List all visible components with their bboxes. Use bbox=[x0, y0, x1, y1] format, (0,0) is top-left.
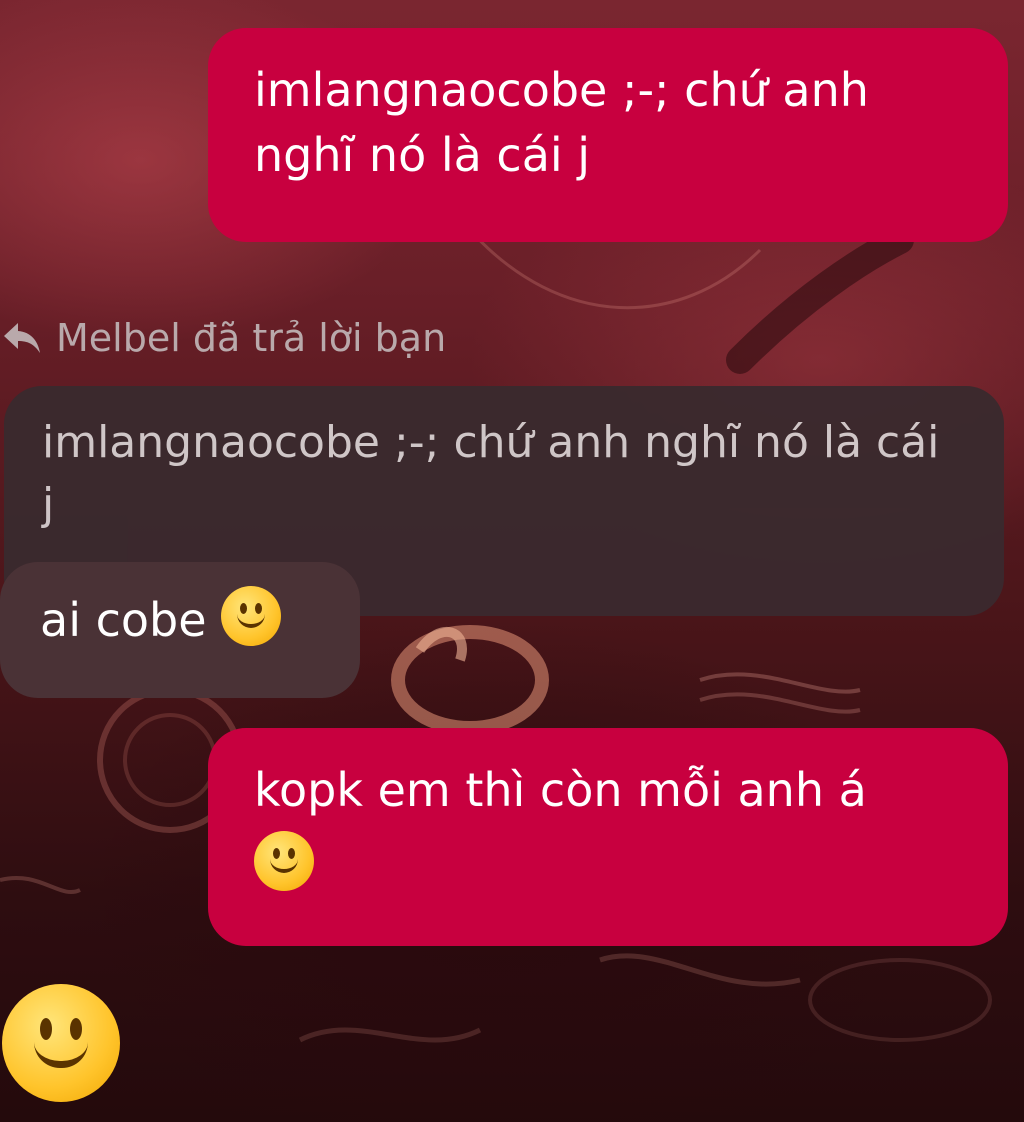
message-text: imlangnaocobe ;-; chứ anh nghĩ nó là cái… bbox=[254, 63, 869, 183]
message-text: ai cobe bbox=[40, 593, 207, 647]
own-message-bubble[interactable]: imlangnaocobe ;-; chứ anh nghĩ nó là cái… bbox=[208, 28, 1008, 242]
reply-arrow-icon bbox=[4, 323, 40, 353]
reply-header: Melbel đã trả lời bạn bbox=[2, 316, 446, 360]
quoted-message-text: imlangnaocobe ;-; chứ anh nghĩ nó là cái… bbox=[42, 417, 940, 531]
slightly-smiling-face-icon bbox=[221, 586, 282, 646]
slightly-smiling-face-icon bbox=[254, 831, 314, 892]
standalone-emoji-message[interactable] bbox=[2, 984, 120, 1102]
message-text: kopk em thì còn mỗi anh á bbox=[254, 763, 867, 817]
reply-header-text: Melbel đã trả lời bạn bbox=[56, 316, 447, 360]
other-message-bubble[interactable]: ai cobe bbox=[0, 562, 360, 698]
own-message-bubble[interactable]: kopk em thì còn mỗi anh á bbox=[208, 728, 1008, 946]
